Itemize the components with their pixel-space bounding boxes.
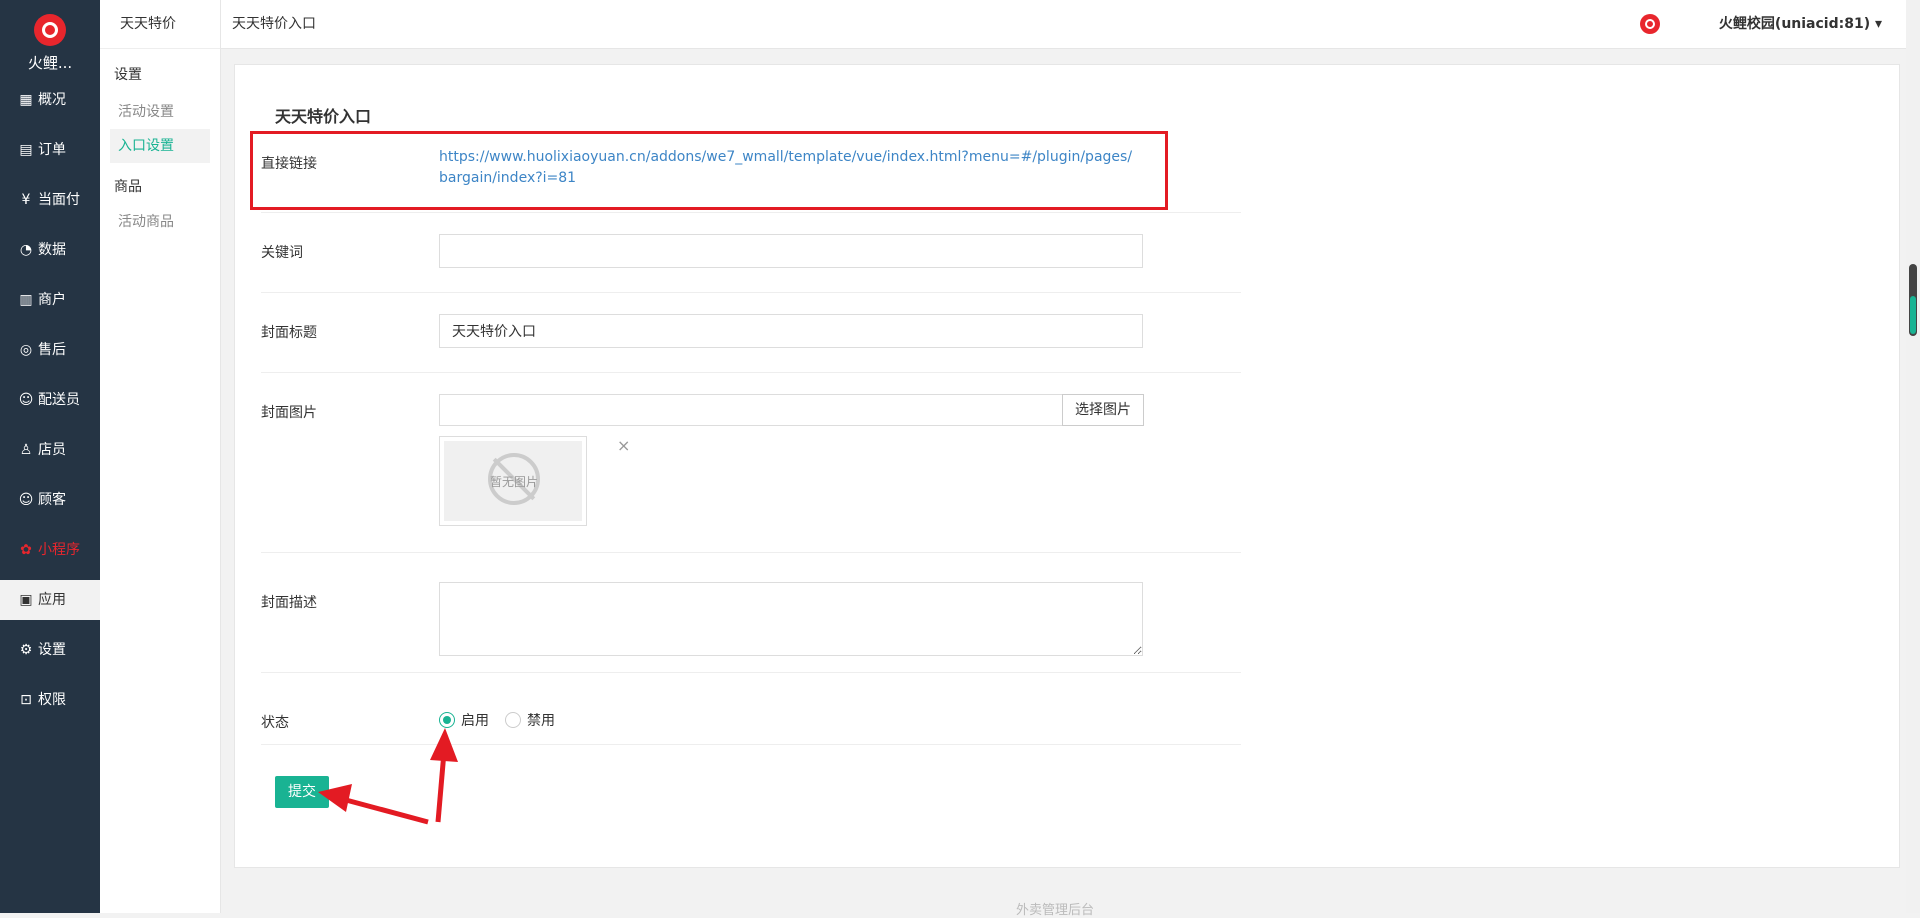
nav-item-label: 小程序: [38, 542, 80, 558]
nav-item-3[interactable]: ◔ 数据: [0, 230, 100, 270]
nav-item-1[interactable]: ▤ 订单: [0, 130, 100, 170]
nav-item-4[interactable]: ▥ 商户: [0, 280, 100, 320]
status-label: 状态: [261, 715, 289, 731]
nav-item-8[interactable]: ☺ 顾客: [0, 480, 100, 520]
status-row: 状态 启用 禁用: [261, 672, 1241, 745]
choose-image-button[interactable]: 选择图片: [1062, 394, 1144, 426]
cover-title-label: 封面标题: [261, 325, 317, 341]
customer-icon: ☺: [18, 492, 34, 508]
cover-desc-label: 封面描述: [261, 595, 317, 611]
submit-button[interactable]: 提交: [275, 776, 329, 808]
cover-desc-textarea[interactable]: [439, 582, 1143, 656]
cover-desc-row: 封面描述: [261, 552, 1241, 673]
dashboard-icon: ▦: [19, 92, 33, 108]
headset-icon: ◎: [19, 342, 33, 358]
courier-icon: ☺: [18, 392, 34, 408]
nav-item-label: 数据: [38, 242, 66, 258]
no-image-text: 暂无图片: [490, 475, 539, 489]
nav-item-0[interactable]: ▦ 概况: [0, 80, 100, 120]
cover-title-row: 封面标题: [261, 292, 1241, 373]
remove-image-close-icon[interactable]: ×: [617, 436, 630, 455]
nav-item-label: 商户: [38, 292, 66, 308]
lock-icon: ⊡: [20, 692, 32, 708]
footer-text: 外卖管理后台: [1016, 903, 1095, 918]
order-icon: ▤: [19, 142, 33, 158]
account-logo-icon: [1640, 14, 1660, 34]
no-image-placeholder: 暂无图片: [444, 441, 582, 521]
nav-item-label: 当面付: [38, 192, 80, 208]
gear-icon: ⚙: [19, 642, 33, 658]
cover-image-preview: 暂无图片: [439, 436, 587, 526]
nav-item-label: 配送员: [38, 392, 80, 408]
breadcrumb: 天天特价入口: [232, 16, 316, 32]
subnav-group-settings: 设置: [114, 67, 142, 83]
brand-name: 火鲤...: [27, 54, 73, 72]
keyword-input[interactable]: [439, 234, 1143, 268]
cover-image-input[interactable]: [439, 394, 1063, 426]
highlight-box: [250, 131, 1168, 210]
nav-item-label: 店员: [38, 442, 66, 458]
nav-item-label: 售后: [38, 342, 66, 358]
cover-image-controls: 选择图片 暂无图片 ×: [261, 394, 1241, 544]
keyword-row: 关键词: [261, 212, 1241, 293]
scrollbar-indicator: [1910, 296, 1916, 334]
nav-item-7[interactable]: ♙ 店员: [0, 430, 100, 470]
nav-item-9[interactable]: ✿ 小程序: [0, 530, 100, 570]
nav-item-12[interactable]: ⊡ 权限: [0, 680, 100, 720]
top-header: 天天特价入口 火鲤校园(uniacid:81) ▾: [221, 0, 1920, 49]
brand-logo-icon[interactable]: [34, 14, 66, 46]
nav-item-label: 权限: [38, 692, 66, 708]
main-sidebar: 火鲤... ▦ 概况 ▤ 订单 ¥ 当面付 ◔ 数据 ▥ 商户 ◎ 售后 ☺ 配送员 ♙ 店员 ☺ 顾客 ✿ 小程序 ▣…: [0, 0, 100, 913]
status-enable-label[interactable]: 启用: [461, 710, 489, 730]
cover-image-row: 封面图片 选择图片 暂无图片 ×: [261, 372, 1241, 553]
page-title: 天天特价入口: [275, 107, 372, 126]
keyword-label: 关键词: [261, 245, 303, 261]
yuan-icon: ¥: [21, 192, 31, 208]
apps-icon: ▣: [19, 592, 33, 608]
page-scrollbar[interactable]: [1906, 0, 1920, 913]
status-radio-group: 启用 禁用: [439, 708, 639, 734]
nav-item-5[interactable]: ◎ 售后: [0, 330, 100, 370]
store-icon: ▥: [19, 292, 33, 308]
nav-item-11[interactable]: ⚙ 设置: [0, 630, 100, 670]
chart-icon: ◔: [19, 242, 33, 258]
status-enable-radio[interactable]: [439, 712, 455, 728]
nav-item-2[interactable]: ¥ 当面付: [0, 180, 100, 220]
clerk-icon: ♙: [19, 442, 33, 458]
nav-item-label: 概况: [38, 92, 66, 108]
miniprogram-icon: ✿: [20, 542, 32, 558]
subnav-item-entry-settings[interactable]: 入口设置: [110, 129, 210, 163]
nav-item-label: 应用: [38, 592, 66, 608]
nav-item-label: 设置: [38, 642, 66, 658]
nav-item-label: 顾客: [38, 492, 66, 508]
nav-item-label: 订单: [38, 142, 66, 158]
subnav-title: 天天特价: [100, 0, 220, 49]
status-disable-radio[interactable]: [505, 712, 521, 728]
subnav-group-goods: 商品: [114, 179, 142, 195]
cover-title-input[interactable]: [439, 314, 1143, 348]
account-menu[interactable]: 火鲤校园(uniacid:81) ▾: [1719, 0, 1882, 48]
subnav-item-activity-goods[interactable]: 活动商品: [110, 205, 210, 239]
subnav-item-activity-settings[interactable]: 活动设置: [110, 95, 210, 129]
secondary-sidebar: 天天特价 设置 活动设置 入口设置 商品 活动商品: [100, 0, 221, 913]
nav-item-10[interactable]: ▣ 应用: [0, 580, 100, 620]
status-disable-label[interactable]: 禁用: [527, 710, 555, 730]
nav-item-6[interactable]: ☺ 配送员: [0, 380, 100, 420]
